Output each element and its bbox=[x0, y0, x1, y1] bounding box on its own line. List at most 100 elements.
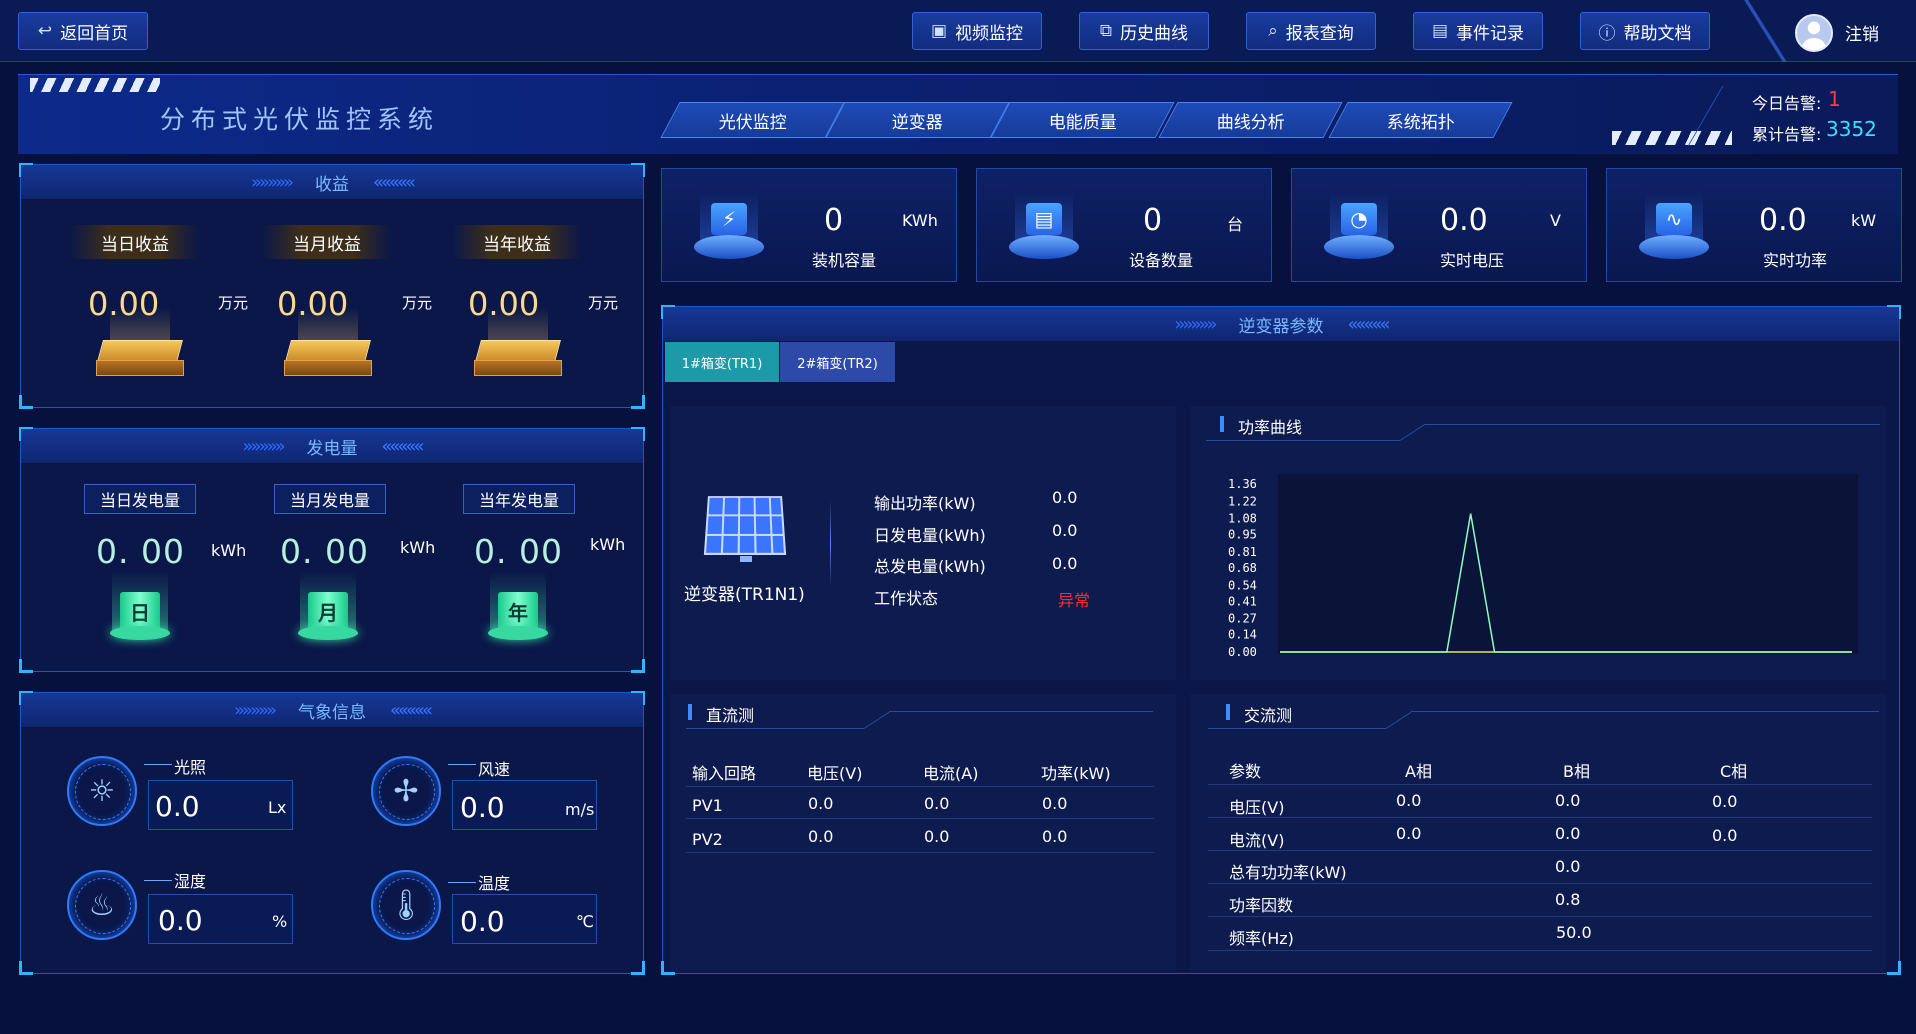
calendar-day-icon: 日 bbox=[108, 572, 172, 644]
chevron-left-icon: ««««« bbox=[381, 435, 425, 457]
illumination-unit: Lx bbox=[268, 798, 287, 817]
page-title: 分布式光伏监控系统 bbox=[160, 105, 440, 134]
ac-row-voltage-a: 0.0 bbox=[1396, 791, 1422, 810]
user-avatar-icon[interactable] bbox=[1795, 14, 1833, 52]
humidity-unit: % bbox=[272, 912, 288, 931]
video-monitor-button[interactable]: ▣ 视频监控 bbox=[912, 12, 1042, 50]
monthly-generation-label: 当月发电量 bbox=[274, 484, 386, 514]
y-tick-label: 0.00 bbox=[1228, 645, 1257, 659]
help-icon: ⓘ bbox=[1598, 23, 1616, 44]
monthly-generation-unit: kWh bbox=[400, 538, 436, 557]
tab-pv-monitor[interactable]: 光伏监控 bbox=[660, 102, 845, 138]
event-log-label: 事件记录 bbox=[1456, 23, 1525, 44]
ac-row-voltage-c: 0.0 bbox=[1712, 792, 1738, 811]
chevron-left-icon: ««««« bbox=[1347, 313, 1391, 335]
tab-tr2[interactable]: 2#箱变(TR2) bbox=[780, 342, 895, 382]
realtime-voltage-value: 0.0 bbox=[1440, 203, 1488, 238]
ac-row-voltage-name: 电压(V) bbox=[1229, 798, 1285, 817]
dc-row-pv1-current: 0.0 bbox=[924, 794, 950, 813]
tab-inverter-label: 逆变器 bbox=[892, 112, 943, 133]
ac-row-current-c: 0.0 bbox=[1712, 826, 1738, 845]
gold-coin-icon bbox=[92, 308, 188, 382]
yearly-generation-unit: kWh bbox=[590, 535, 626, 554]
daily-generation-label: 当日发电量 bbox=[84, 484, 196, 514]
back-home-label: 返回首页 bbox=[60, 23, 129, 44]
installed-capacity-label: 装机容量 bbox=[812, 251, 877, 270]
weather-panel-header: »»»»» 气象信息 ««««« bbox=[21, 693, 643, 727]
work-status-label: 工作状态 bbox=[874, 589, 939, 608]
tab-curve-analysis-label: 曲线分析 bbox=[1216, 112, 1285, 133]
revenue-title: 收益 bbox=[315, 174, 349, 195]
output-power-label: 输出功率(kW) bbox=[874, 494, 976, 513]
dc-header-power: 功率(kW) bbox=[1041, 764, 1111, 783]
back-home-button[interactable]: ↩ 返回首页 bbox=[18, 12, 148, 50]
tab-curve-analysis[interactable]: 曲线分析 bbox=[1158, 102, 1343, 138]
installed-capacity-card: ⚡ 0 KWh 装机容量 bbox=[661, 168, 957, 282]
ac-row-active-power-name: 总有功功率(kW) bbox=[1229, 863, 1347, 882]
help-docs-button[interactable]: ⓘ 帮助文档 bbox=[1580, 12, 1710, 50]
event-log-button[interactable]: ▤ 事件记录 bbox=[1413, 12, 1543, 50]
dc-header-loop: 输入回路 bbox=[692, 764, 757, 783]
ac-header-param: 参数 bbox=[1229, 762, 1262, 781]
monthly-revenue-label: 当月收益 bbox=[262, 225, 392, 259]
today-alarm-label: 今日告警: bbox=[1752, 94, 1822, 113]
title-stripes-decoration bbox=[30, 78, 160, 92]
history-curve-button[interactable]: ⧉ 历史曲线 bbox=[1079, 12, 1209, 50]
logout-link[interactable]: 注销 bbox=[1845, 20, 1879, 45]
power-curve-title: 功率曲线 bbox=[1219, 414, 1302, 438]
gold-coin-icon bbox=[470, 308, 566, 382]
fan-icon: ✢ bbox=[371, 756, 441, 826]
dc-row-pv1-voltage: 0.0 bbox=[808, 794, 834, 813]
humidity-icon: ♨ bbox=[67, 870, 137, 940]
ac-title: 交流测 bbox=[1225, 702, 1292, 726]
dc-title: 直流测 bbox=[687, 702, 754, 726]
temperature-value: 0.0 bbox=[460, 905, 505, 938]
tab-system-topology[interactable]: 系统拓扑 bbox=[1328, 102, 1513, 138]
report-query-label: 报表查询 bbox=[1285, 23, 1354, 44]
tab-system-topology-label: 系统拓扑 bbox=[1386, 112, 1455, 133]
total-energy-value: 0.0 bbox=[1052, 554, 1078, 573]
line-chart-icon: ⧉ bbox=[1099, 21, 1113, 41]
tab-tr1[interactable]: 1#箱变(TR1) bbox=[665, 342, 779, 382]
device-icon: ▤ bbox=[1009, 191, 1079, 263]
search-report-icon: ⌕ bbox=[1268, 21, 1278, 41]
yearly-revenue-label: 当年收益 bbox=[452, 225, 582, 259]
total-alarm-count: 3352 bbox=[1826, 117, 1877, 141]
realtime-power-unit: kW bbox=[1851, 211, 1877, 230]
topbar-divider bbox=[1735, 0, 1795, 62]
y-tick-label: 1.22 bbox=[1228, 494, 1257, 508]
tab-power-quality[interactable]: 电能质量 bbox=[990, 102, 1175, 138]
video-monitor-label: 视频监控 bbox=[955, 23, 1024, 44]
device-count-unit: 台 bbox=[1227, 215, 1244, 234]
generation-title: 发电量 bbox=[306, 438, 358, 459]
ac-row-current-name: 电流(V) bbox=[1229, 831, 1285, 850]
ac-row-current-a: 0.0 bbox=[1396, 824, 1422, 843]
report-query-button[interactable]: ⌕ 报表查询 bbox=[1246, 12, 1376, 50]
realtime-power-value: 0.0 bbox=[1759, 203, 1807, 238]
illumination-label: 光照 bbox=[174, 758, 207, 777]
tab-inverter[interactable]: 逆变器 bbox=[825, 102, 1010, 138]
ac-row-frequency-name: 频率(Hz) bbox=[1229, 929, 1294, 948]
plot-area bbox=[1278, 474, 1858, 654]
daily-revenue-unit: 万元 bbox=[218, 294, 249, 312]
yearly-revenue-unit: 万元 bbox=[588, 294, 619, 312]
ac-header-phase-c: C相 bbox=[1720, 762, 1748, 781]
chevron-left-icon: ««««« bbox=[373, 171, 416, 193]
total-energy-label: 总发电量(kWh) bbox=[874, 557, 986, 576]
daily-generation-unit: kWh bbox=[211, 541, 247, 560]
realtime-voltage-unit: V bbox=[1550, 211, 1561, 230]
ac-row-power-factor-value: 0.8 bbox=[1555, 890, 1581, 909]
realtime-voltage-label: 实时电压 bbox=[1440, 251, 1505, 270]
dc-panel bbox=[670, 694, 1176, 972]
thermometer-icon: 🌡︎ bbox=[371, 870, 441, 940]
pulse-icon: ∿ bbox=[1639, 191, 1709, 263]
device-count-card: ▤ 0 台 设备数量 bbox=[976, 168, 1272, 282]
gold-coin-icon bbox=[280, 308, 376, 382]
output-power-value: 0.0 bbox=[1052, 488, 1078, 507]
humidity-value: 0.0 bbox=[158, 904, 203, 937]
ac-header-phase-b: B相 bbox=[1563, 762, 1590, 781]
daily-generation-value: 0. 00 bbox=[96, 532, 185, 571]
ac-header-phase-a: A相 bbox=[1405, 762, 1432, 781]
generation-panel-header: »»»»» 发电量 ««««« bbox=[21, 429, 643, 463]
yearly-generation-value: 0. 00 bbox=[474, 532, 563, 571]
